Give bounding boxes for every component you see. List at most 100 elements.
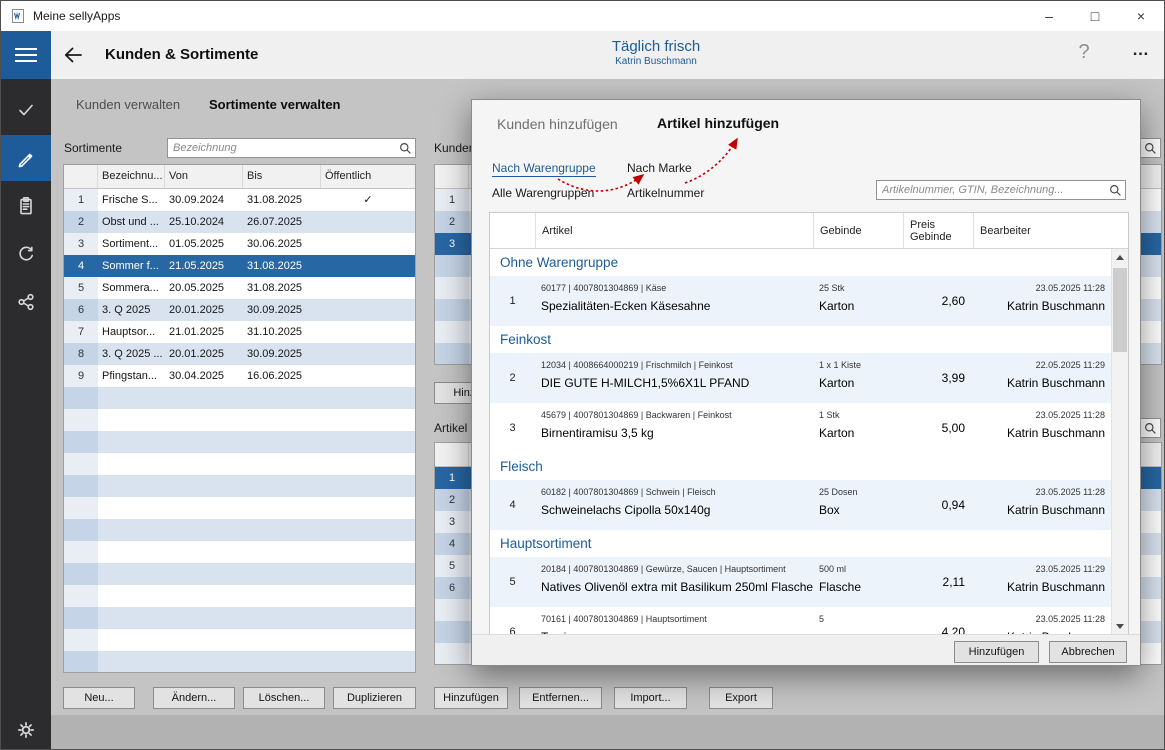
filter-nach-warengruppe[interactable]: Nach Warengruppe: [492, 161, 596, 177]
scroll-up-icon[interactable]: [1112, 249, 1128, 266]
empty-row[interactable]: [64, 629, 415, 651]
artikelnummer-label[interactable]: Artikelnummer: [627, 186, 704, 200]
artikel-panel-label: Artikel: [434, 421, 467, 435]
sortimente-row[interactable]: 83. Q 2025 ...20.01.202530.09.2025: [64, 343, 415, 365]
cell-von: [165, 607, 243, 629]
col-oeffentlich[interactable]: Öffentlich: [321, 165, 415, 188]
neu-button[interactable]: Neu...: [63, 687, 135, 709]
nav-sync-item[interactable]: [1, 231, 51, 277]
empty-row[interactable]: [64, 431, 415, 453]
artikel-entfernen-button[interactable]: Entfernen...: [519, 687, 602, 709]
back-button[interactable]: [61, 43, 87, 69]
warengruppe-dropdown[interactable]: Alle Warengruppen: [492, 186, 594, 200]
cell-von: [165, 563, 243, 585]
menu-button[interactable]: [1, 31, 51, 79]
dialog-tab-artikel-hinzufuegen[interactable]: Artikel hinzufügen: [657, 115, 779, 131]
empty-row[interactable]: [64, 651, 415, 673]
col-bezeichnung[interactable]: Bezeichnu...: [98, 165, 165, 188]
cell-bezeichnung: [98, 607, 165, 629]
scrollbar-thumb[interactable]: [1113, 268, 1127, 352]
cell-artikel: 20184 | 4007801304869 | Gewürze, Saucen …: [535, 557, 813, 607]
col-bis[interactable]: Bis: [243, 165, 321, 188]
more-button[interactable]: …: [1123, 40, 1159, 60]
sortimente-row[interactable]: 9Pfingstan...30.04.202516.06.2025: [64, 365, 415, 387]
article-row[interactable]: 460182 | 4007801304869 | Schwein | Fleis…: [490, 480, 1111, 530]
context-title[interactable]: Täglich frisch: [546, 38, 766, 55]
article-row[interactable]: 160177 | 4007801304869 | KäseSpezialität…: [490, 276, 1111, 326]
dialog-table-scrollbar[interactable]: [1111, 249, 1128, 635]
cell-bezeichnung: [98, 475, 165, 497]
cell-bis: [243, 541, 321, 563]
dialog-abbrechen-button[interactable]: Abbrechen: [1049, 641, 1127, 663]
sortimente-row[interactable]: 63. Q 202520.01.202530.09.2025: [64, 299, 415, 321]
sortimente-search-input[interactable]: [168, 139, 415, 157]
empty-row[interactable]: [64, 453, 415, 475]
empty-row[interactable]: [64, 475, 415, 497]
close-button[interactable]: ×: [1118, 1, 1164, 31]
search-icon[interactable]: [1144, 422, 1157, 435]
scroll-down-icon[interactable]: [1112, 618, 1128, 635]
article-row[interactable]: 345679 | 4007801304869 | Backwaren | Fei…: [490, 403, 1111, 453]
row-number: 2: [64, 211, 98, 233]
empty-row[interactable]: [64, 607, 415, 629]
cell-von: 01.05.2025: [165, 233, 243, 255]
duplizieren-button[interactable]: Duplizieren: [333, 687, 416, 709]
empty-row[interactable]: [64, 387, 415, 409]
help-button[interactable]: ?: [1069, 41, 1099, 64]
cell-bis: [243, 651, 321, 673]
gebinde-einheit: Karton: [819, 376, 903, 390]
dialog-search-input[interactable]: [877, 181, 1125, 199]
empty-row[interactable]: [64, 497, 415, 519]
empty-row[interactable]: [64, 541, 415, 563]
tab-kunden-verwalten[interactable]: Kunden verwalten: [76, 97, 180, 112]
col-artikel[interactable]: Artikel: [535, 213, 813, 248]
nav-share-item[interactable]: [1, 279, 51, 325]
dialog-hinzufuegen-button[interactable]: Hinzufügen: [954, 641, 1039, 663]
article-row[interactable]: 670161 | 4007801304869 | HauptsortimentT…: [490, 607, 1111, 635]
aendern-button[interactable]: Ändern...: [153, 687, 235, 709]
article-name: Schweinelachs Cipolla 50x140g: [541, 503, 813, 517]
nav-kunden-sortimente-item[interactable]: [1, 135, 51, 181]
cell-oeffentlich: [321, 519, 415, 541]
cell-bis: 16.06.2025: [243, 365, 321, 387]
cell-bis: [243, 453, 321, 475]
sortimente-panel-label: Sortimente: [64, 141, 122, 155]
sortimente-row[interactable]: 5Sommera...20.05.202531.08.2025: [64, 277, 415, 299]
article-row[interactable]: 212034 | 4008664000219 | Frischmilch | F…: [490, 353, 1111, 403]
search-icon[interactable]: [1109, 184, 1122, 197]
artikel-hinzufuegen-button[interactable]: Hinzufügen: [434, 687, 508, 709]
cell-von: 20.05.2025: [165, 277, 243, 299]
dialog-searchbox: [876, 180, 1126, 200]
artikel-import-button[interactable]: Import...: [614, 687, 687, 709]
col-preis-gebinde[interactable]: Preis Gebinde: [903, 213, 973, 248]
search-icon[interactable]: [1144, 142, 1157, 155]
cell-bearbeiter: 23.05.2025 11:28Katrin Buschmann: [973, 276, 1111, 326]
filter-nach-marke[interactable]: Nach Marke: [627, 161, 692, 175]
nav-tasks-item[interactable]: [1, 87, 51, 133]
share-icon: [16, 292, 36, 312]
cell-bis: [243, 629, 321, 651]
empty-row[interactable]: [64, 585, 415, 607]
sortimente-row[interactable]: 2Obst und ...25.10.202426.07.2025: [64, 211, 415, 233]
dialog-tab-kunden-hinzufuegen[interactable]: Kunden hinzufügen: [497, 116, 618, 132]
sortimente-row[interactable]: 4Sommer f...21.05.202531.08.2025: [64, 255, 415, 277]
search-icon[interactable]: [399, 142, 412, 155]
minimize-button[interactable]: –: [1026, 1, 1072, 31]
settings-button[interactable]: [1, 707, 51, 750]
loeschen-button[interactable]: Löschen...: [243, 687, 325, 709]
sortimente-row[interactable]: 3Sortiment...01.05.202530.06.2025: [64, 233, 415, 255]
sortimente-row[interactable]: 1Frische S...30.09.202431.08.2025✓: [64, 189, 415, 211]
col-bearbeiter[interactable]: Bearbeiter: [973, 213, 1113, 248]
tab-sortimente-verwalten[interactable]: Sortimente verwalten: [209, 97, 341, 112]
article-row[interactable]: 520184 | 4007801304869 | Gewürze, Saucen…: [490, 557, 1111, 607]
empty-row[interactable]: [64, 409, 415, 431]
col-gebinde[interactable]: Gebinde: [813, 213, 903, 248]
empty-row[interactable]: [64, 563, 415, 585]
maximize-button[interactable]: □: [1072, 1, 1118, 31]
col-von[interactable]: Von: [165, 165, 243, 188]
sortimente-row[interactable]: 7Hauptsor...21.01.202531.10.2025: [64, 321, 415, 343]
artikel-export-button[interactable]: Export: [709, 687, 773, 709]
nav-clipboard-item[interactable]: [1, 183, 51, 229]
cell-von: [165, 497, 243, 519]
empty-row[interactable]: [64, 519, 415, 541]
